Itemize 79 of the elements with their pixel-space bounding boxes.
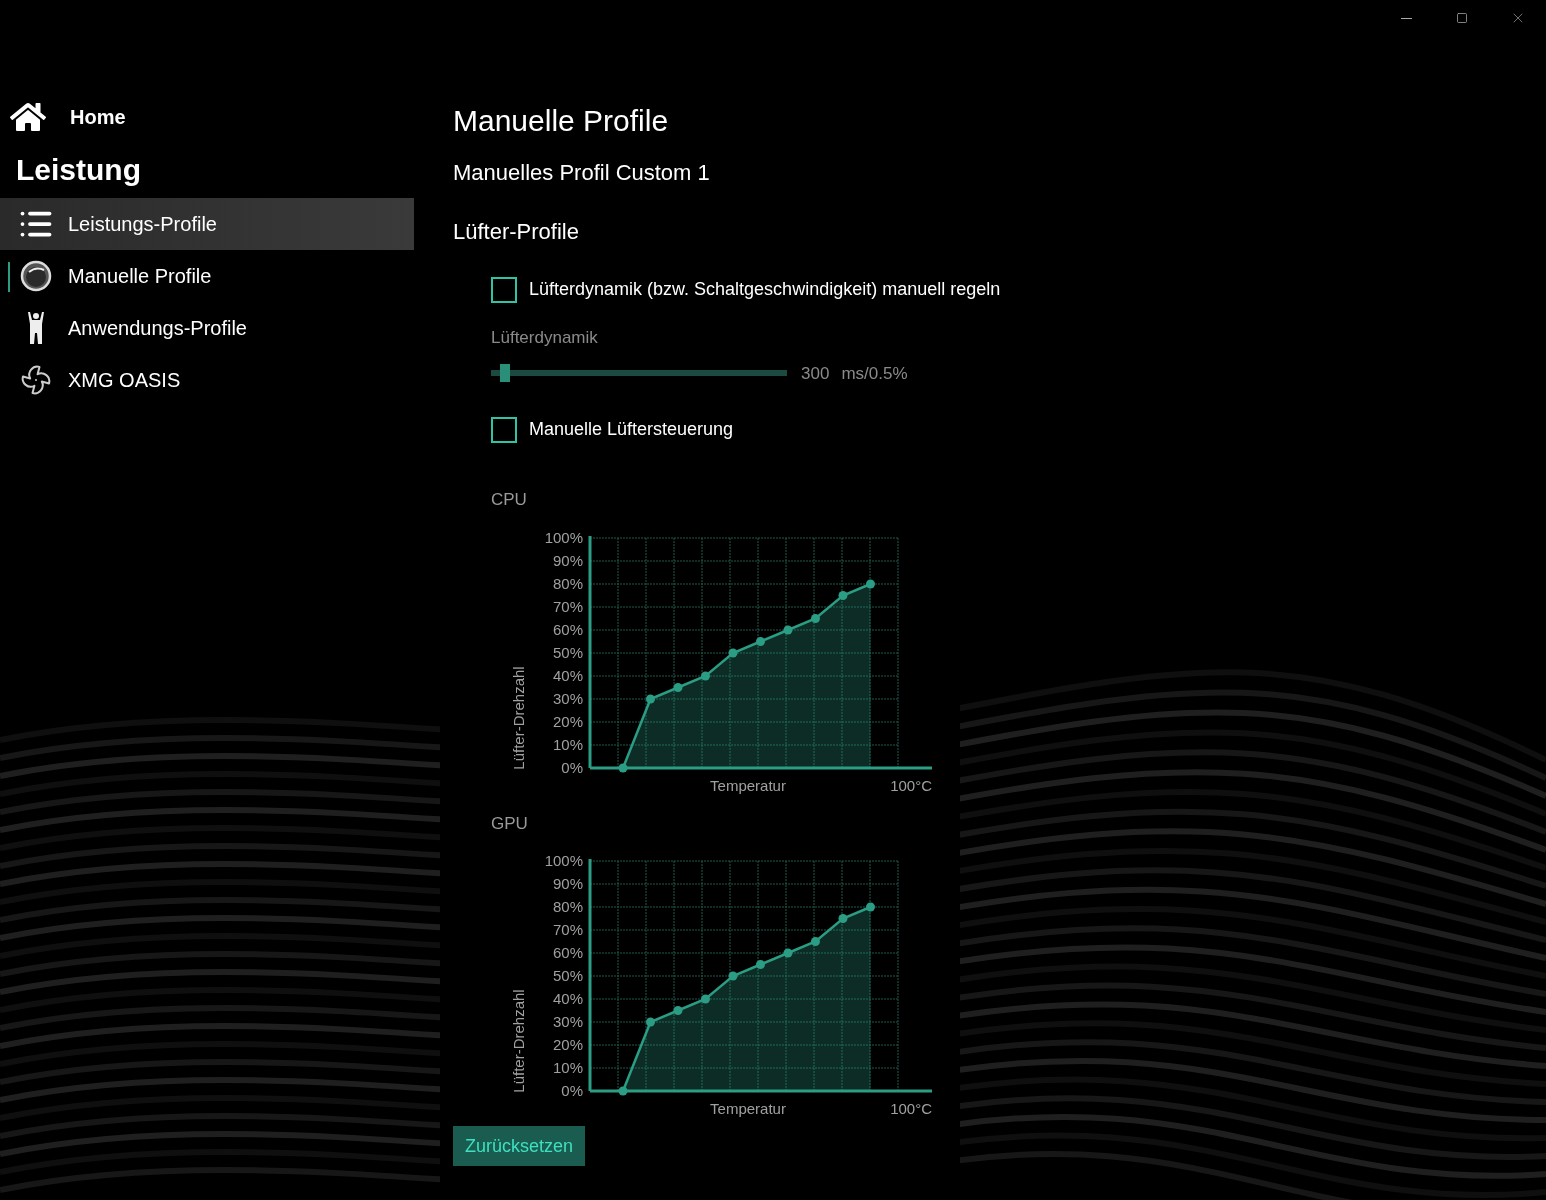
curve-point[interactable]	[811, 613, 820, 623]
y-tick-label: 50%	[552, 643, 583, 661]
sidebar-item[interactable]: Anwendungs-Profile	[0, 302, 414, 354]
sidebar-item-label: Manuelle Profile	[68, 264, 212, 289]
y-tick-label: 70%	[552, 921, 583, 938]
page-title: Manuelle Profile	[453, 103, 670, 139]
sidebar-item[interactable]: Leistungs-Profile	[0, 198, 414, 250]
curve-point[interactable]	[701, 671, 710, 680]
y-tick-label: 80%	[552, 574, 583, 592]
axis-title: Lüfter-Drehzahl	[510, 665, 527, 770]
checkbox[interactable]	[491, 276, 517, 303]
curve-point[interactable]	[866, 902, 875, 912]
y-tick-label: 10%	[552, 735, 583, 753]
checkbox-label: Manuelle Lüftersteuerung	[529, 418, 734, 441]
x-end-label: 100°C	[890, 1100, 932, 1117]
y-tick-label: 30%	[552, 1013, 583, 1030]
y-tick-label: 30%	[552, 689, 583, 707]
gauge-icon	[20, 260, 52, 292]
curve-point[interactable]	[783, 625, 793, 634]
person-icon	[26, 311, 46, 345]
y-tick-label: 0%	[561, 1082, 583, 1099]
minimize-icon	[1400, 17, 1412, 19]
curve-point[interactable]	[838, 914, 848, 923]
curve-point[interactable]	[728, 971, 738, 981]
curve-point[interactable]	[618, 763, 628, 772]
curve-point[interactable]	[838, 590, 848, 600]
chart-label: CPU	[491, 489, 528, 511]
curve-point[interactable]	[756, 960, 765, 969]
y-tick-label: 10%	[552, 1059, 583, 1076]
slider-thumb[interactable]	[499, 364, 510, 383]
chart-label: GPU	[491, 812, 529, 835]
fan-icon	[20, 364, 52, 396]
home-link[interactable]: Home	[70, 102, 126, 132]
section-heading: Leistung	[15, 152, 142, 188]
curve-point[interactable]	[866, 579, 875, 588]
sidebar-item[interactable]: Manuelle Profile	[0, 250, 414, 302]
home-icon[interactable]	[10, 100, 46, 134]
y-tick-label: 20%	[552, 1036, 583, 1053]
x-end-label: 100°C	[890, 776, 932, 794]
slider-label: Lüfterdynamik	[490, 327, 599, 349]
sidebar-item-label: XMG OASIS	[68, 368, 181, 393]
y-tick-label: 60%	[552, 620, 583, 638]
y-tick-label: 0%	[561, 758, 583, 776]
curve-point[interactable]	[811, 937, 820, 946]
curve-point[interactable]	[673, 682, 683, 692]
y-tick-label: 20%	[552, 712, 583, 730]
slider-value: 300	[801, 362, 830, 385]
y-tick-label: 100%	[544, 528, 583, 546]
maximize-icon	[1456, 12, 1468, 24]
y-tick-label: 60%	[552, 944, 583, 961]
axis-title: Temperatur	[710, 776, 786, 794]
y-tick-label: 100%	[544, 852, 583, 869]
y-tick-label: 90%	[552, 875, 583, 892]
reset-button[interactable]: Zurücksetzen	[453, 1126, 586, 1166]
y-tick-label: 40%	[552, 990, 583, 1007]
y-tick-label: 70%	[552, 597, 583, 615]
axis-title: Lüfter-Drehzahl	[510, 989, 527, 1093]
profile-title: Manuelles Profil Custom 1	[453, 159, 711, 187]
sidebar-item-label: Anwendungs-Profile	[68, 316, 247, 341]
y-tick-label: 80%	[552, 898, 583, 915]
curve-point[interactable]	[618, 1086, 628, 1096]
curve-point[interactable]	[646, 1017, 655, 1027]
checkbox[interactable]	[491, 416, 517, 443]
curve-point[interactable]	[756, 636, 765, 646]
axis-title: Temperatur	[710, 1100, 786, 1117]
curve-point[interactable]	[728, 648, 738, 657]
y-tick-label: 50%	[552, 967, 583, 984]
y-tick-label: 40%	[552, 666, 583, 684]
sidebar-item[interactable]: XMG OASIS	[0, 354, 414, 406]
checkbox-label: Lüfterdynamik (bzw. Schaltgeschwindigkeit) manuell regeln	[529, 278, 1001, 301]
section-title: Lüfter-Profile	[453, 218, 580, 246]
sidebar-item-label: Leistungs-Profile	[68, 212, 217, 237]
curve-point[interactable]	[646, 694, 655, 703]
y-tick-label: 90%	[552, 551, 583, 569]
curve-point[interactable]	[783, 948, 793, 958]
slider-unit: ms/0.5%	[841, 362, 908, 385]
curve-point[interactable]	[701, 994, 710, 1004]
curve-point[interactable]	[673, 1006, 683, 1015]
slider[interactable]	[491, 364, 787, 383]
